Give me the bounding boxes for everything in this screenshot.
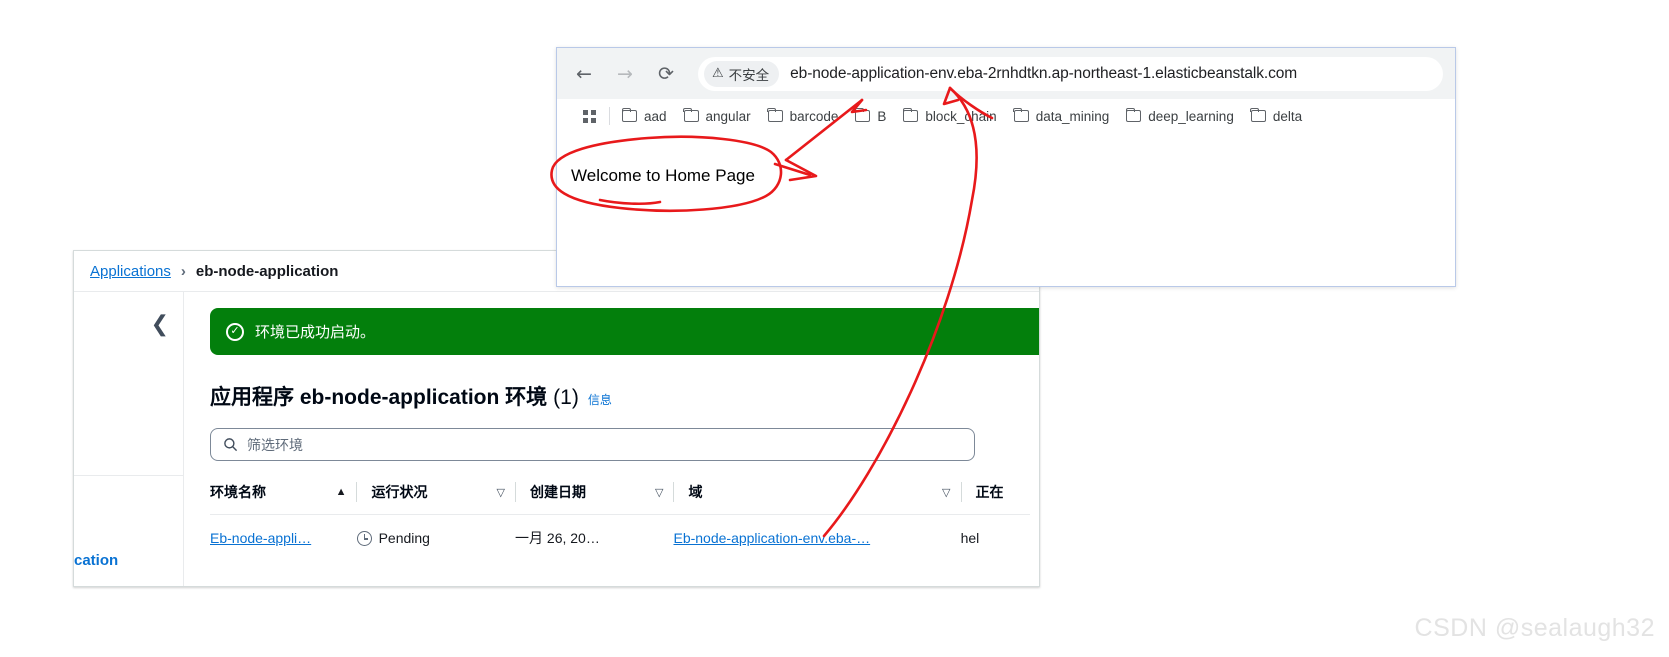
column-header-created-label: 创建日期: [529, 484, 586, 500]
bookmark-divider: [609, 107, 610, 125]
page-body-text: Welcome to Home Page: [571, 166, 755, 185]
bookmark-label: barcode: [789, 108, 839, 124]
aws-main-content: 环境已成功启动。 应用程序 eb-node-application 环境 (1)…: [184, 292, 1039, 586]
aws-console-window: Applications › eb-node-application ❮ cat…: [73, 250, 1040, 587]
apps-grid-icon[interactable]: [583, 109, 596, 123]
column-header-name-label: 环境名称: [210, 484, 266, 500]
address-bar[interactable]: ⚠ 不安全 eb-node-application-env.eba-2rnhdt…: [698, 56, 1443, 91]
aws-console-body: ❮ cation 环境已成功启动。 应用程序 eb-node-applicati…: [74, 292, 1039, 586]
bookmark-folder-b[interactable]: B: [854, 107, 887, 124]
search-icon: [223, 437, 238, 452]
page-title: 应用程序 eb-node-application 环境 (1) 信息: [210, 381, 1039, 411]
bookmark-label: aad: [644, 108, 667, 124]
sidebar-divider: [74, 475, 183, 476]
cell-running: hel: [960, 530, 980, 546]
folder-icon: [854, 107, 871, 122]
back-icon[interactable]: ←: [569, 59, 599, 89]
url-text: eb-node-application-env.eba-2rnhdtkn.ap-…: [790, 64, 1298, 82]
environment-name-link[interactable]: Eb-node-appli…: [210, 530, 311, 546]
sort-icon-domain: ▽: [942, 486, 951, 499]
sort-icon-health: ▽: [496, 486, 505, 499]
breadcrumb-applications-link[interactable]: Applications: [90, 263, 171, 280]
bookmark-label: delta: [1272, 108, 1303, 124]
clock-icon: [356, 530, 372, 546]
bookmark-label: block_chain: [925, 108, 997, 124]
search-input[interactable]: 筛选环境: [210, 428, 975, 461]
watermark: CSDN @sealaugh32: [1414, 614, 1655, 642]
column-header-domain[interactable]: 域 ▽: [673, 482, 960, 502]
bookmark-label: deep_learning: [1148, 108, 1234, 124]
folder-icon: [902, 107, 919, 122]
sidebar-item-application[interactable]: cation: [74, 552, 118, 569]
bookmark-folder-data-mining[interactable]: data_mining: [1013, 107, 1110, 124]
bookmarks-bar: aad angular barcode B block_chain data_m…: [557, 99, 1455, 133]
browser-toolbar: ← → ⟳ ⚠ 不安全 eb-node-application-env.eba-…: [557, 48, 1455, 99]
column-header-health-label: 运行状况: [371, 484, 428, 500]
reload-icon[interactable]: ⟳: [651, 59, 681, 89]
bookmark-folder-deep-learning[interactable]: deep_learning: [1125, 107, 1234, 124]
bookmark-folder-aad[interactable]: aad: [621, 107, 667, 124]
bookmark-label: B: [877, 108, 887, 124]
table-header-row: 环境名称 ▲ 运行状况 ▽ 创建日期 ▽ 域 ▽ 正在: [210, 482, 1030, 514]
column-header-running[interactable]: 正在: [960, 482, 1031, 502]
folder-icon: [1013, 107, 1029, 122]
sidebar-collapse-icon[interactable]: ❮: [151, 314, 169, 336]
search-placeholder: 筛选环境: [247, 436, 303, 453]
column-header-domain-label: 域: [688, 484, 703, 500]
breadcrumb-separator-icon: ›: [180, 262, 186, 280]
environments-table: 环境名称 ▲ 运行状况 ▽ 创建日期 ▽ 域 ▽ 正在 Eb-node-appl…: [210, 482, 1030, 561]
sort-icon-created: ▽: [655, 486, 664, 499]
page-title-count: (1): [553, 386, 579, 409]
security-status-badge[interactable]: ⚠ 不安全: [704, 60, 780, 87]
browser-window: ← → ⟳ ⚠ 不安全 eb-node-application-env.eba-…: [556, 47, 1456, 287]
bookmark-folder-delta[interactable]: delta: [1250, 107, 1303, 124]
folder-icon: [621, 107, 637, 122]
breadcrumb-current: eb-node-application: [195, 262, 339, 280]
bookmark-folder-angular[interactable]: angular: [683, 107, 751, 124]
flash-message: 环境已成功启动。: [255, 324, 376, 341]
folder-icon: [1250, 107, 1266, 122]
column-header-name[interactable]: 环境名称 ▲: [210, 482, 356, 502]
sort-ascending-icon: ▲: [335, 486, 347, 498]
status-badge-label: Pending: [378, 530, 430, 546]
folder-icon: [683, 107, 699, 122]
column-header-created[interactable]: 创建日期 ▽: [514, 482, 674, 502]
security-status-label: 不安全: [728, 67, 770, 83]
forward-icon[interactable]: →: [610, 59, 640, 89]
table-row: Eb-node-appli… Pending 一月 26, 20… Eb-nod…: [210, 515, 1030, 561]
status-badge: Pending: [356, 530, 430, 546]
cell-environment-name: Eb-node-appli…: [210, 530, 357, 546]
folder-icon: [767, 107, 783, 122]
bookmark-folder-block-chain[interactable]: block_chain: [902, 107, 997, 124]
browser-page-content: Welcome to Home Page: [557, 133, 1455, 286]
check-circle-icon: [226, 322, 244, 341]
domain-link[interactable]: Eb-node-application-env.eba-…: [673, 530, 870, 546]
status-flash-success: 环境已成功启动。: [210, 308, 1039, 355]
folder-icon: [1125, 107, 1142, 122]
bookmark-label: angular: [705, 108, 751, 124]
bookmark-folder-barcode[interactable]: barcode: [767, 107, 839, 124]
cell-health: Pending: [356, 530, 515, 546]
bookmark-label: data_mining: [1035, 108, 1110, 124]
cell-created-date: 一月 26, 20…: [515, 530, 600, 546]
info-link[interactable]: 信息: [588, 391, 612, 408]
screenshot-root: Applications › eb-node-application ❮ cat…: [0, 0, 1669, 657]
column-header-running-label: 正在: [975, 484, 1004, 500]
page-title-text: 应用程序 eb-node-application 环境: [210, 386, 548, 409]
cell-domain: Eb-node-application-env.eba-…: [673, 530, 960, 546]
sidebar: ❮ cation: [74, 292, 184, 586]
column-header-health[interactable]: 运行状况 ▽: [356, 482, 515, 502]
warning-triangle-icon: ⚠: [712, 66, 724, 81]
